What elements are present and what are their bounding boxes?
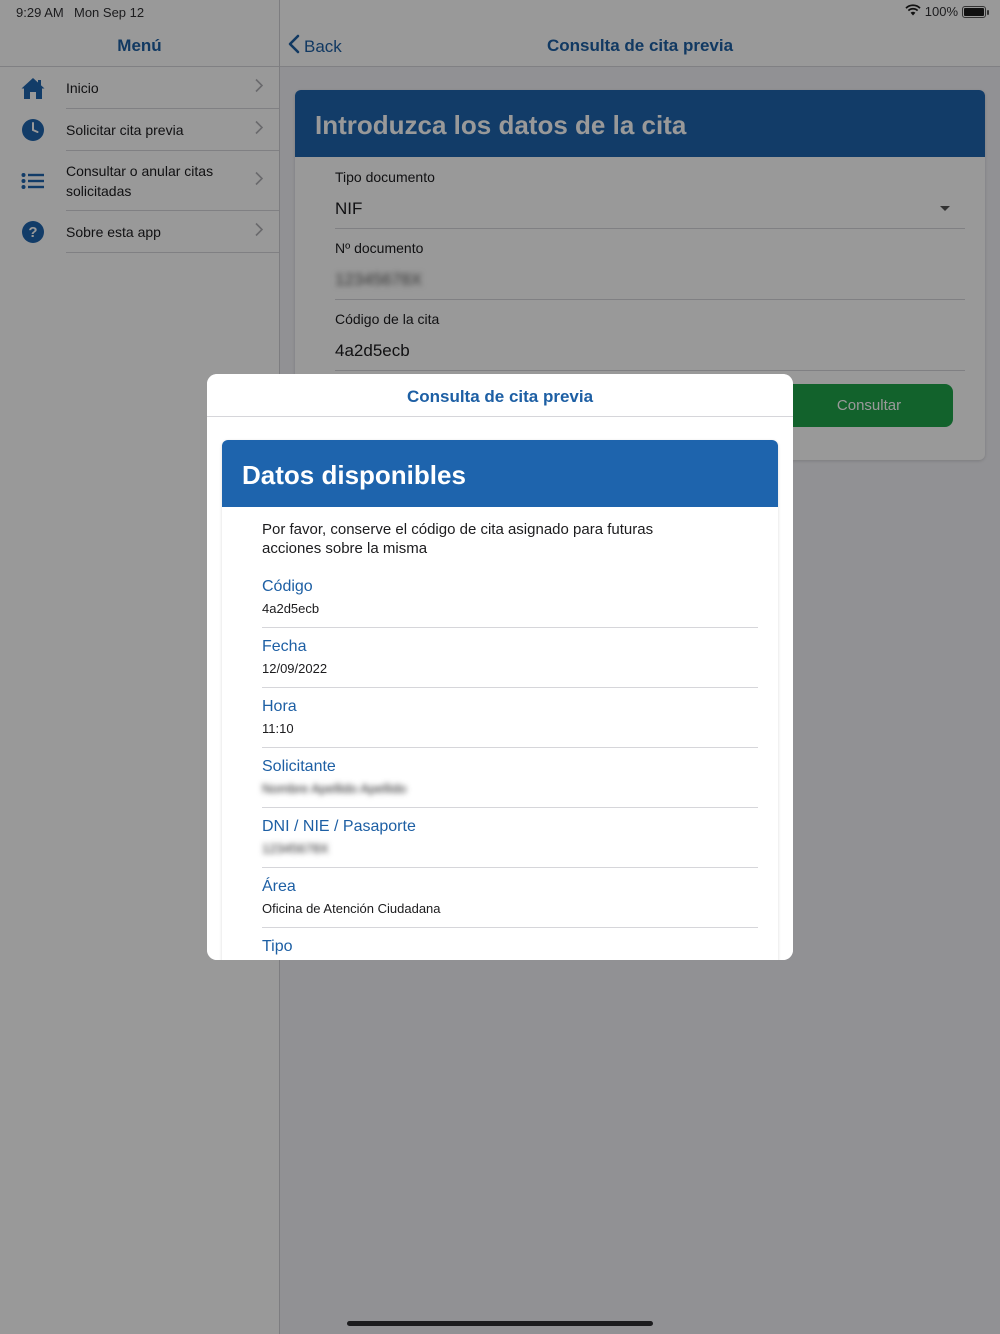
status-date: Mon Sep 12 (74, 5, 145, 20)
detail-label: DNI / NIE / Pasaporte (262, 818, 416, 835)
detail-label: Solicitante (262, 758, 336, 775)
battery-percent: 100% (924, 4, 958, 19)
detail-row-hora: Hora 11:10 (262, 687, 758, 748)
modal-nav-bar: Consulta de cita previa (207, 374, 793, 417)
appointment-details-card: Datos disponibles Por favor, conserve el… (222, 440, 778, 960)
detail-row-area: Área Oficina de Atención Ciudadana (262, 867, 758, 928)
status-indicators: 100% (905, 4, 989, 19)
detail-value: Oficina de Atención Ciudadana (262, 901, 441, 916)
detail-row-tipo: Tipo (262, 927, 758, 960)
detail-label: Tipo (262, 938, 293, 955)
detail-value: 11:10 (262, 721, 294, 736)
modal-title: Consulta de cita previa (406, 387, 594, 406)
detail-row-codigo: Código 4a2d5ecb (262, 567, 758, 628)
intro-text: Por favor, conserve el código de cita as… (262, 521, 654, 557)
detail-row-solicitante: Solicitante Nombre Apellido Apellido (262, 747, 758, 808)
detail-value: 12/09/2022 (262, 661, 328, 676)
detail-row-fecha: Fecha 12/09/2022 (262, 627, 758, 688)
card-title: Datos disponibles (222, 440, 778, 507)
result-modal: Consulta de cita previa Datos disponible… (207, 374, 793, 960)
detail-label: Fecha (262, 638, 307, 655)
status-bar: 9:29 AM Mon Sep 12 100% (0, 0, 1000, 24)
modal-scroll-area[interactable]: Datos disponibles Por favor, conserve el… (207, 417, 793, 960)
home-indicator[interactable] (347, 1321, 653, 1326)
wifi-icon (905, 4, 921, 19)
battery-icon (962, 5, 989, 18)
status-time: 9:29 AM (16, 5, 64, 20)
detail-value: 12345678X (262, 841, 329, 856)
detail-label: Código (262, 578, 313, 595)
detail-label: Área (262, 878, 296, 895)
detail-value: 4a2d5ecb (262, 601, 320, 616)
detail-row-documento: DNI / NIE / Pasaporte 12345678X (262, 807, 758, 868)
detail-label: Hora (262, 698, 297, 715)
detail-value: Nombre Apellido Apellido (262, 781, 407, 796)
